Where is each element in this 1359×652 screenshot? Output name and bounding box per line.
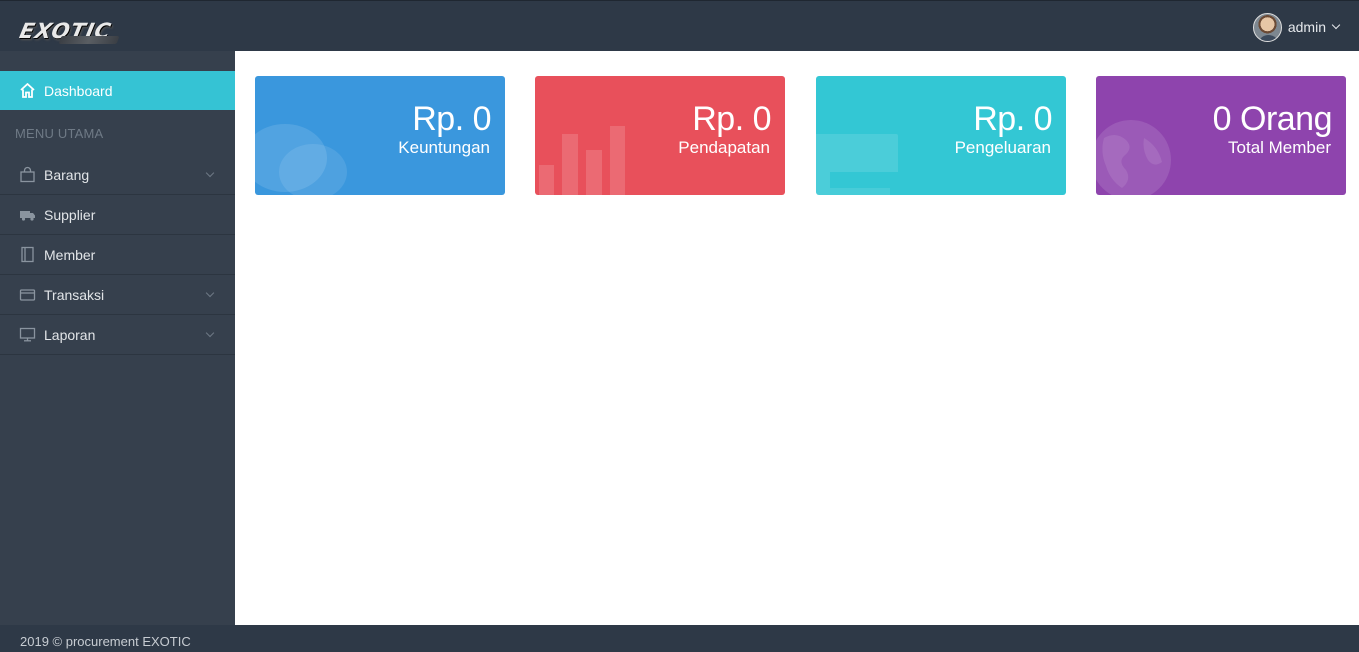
chevron-down-icon (205, 288, 215, 298)
stat-label: Pendapatan (678, 138, 770, 157)
stat-value: Rp. 0 (692, 100, 771, 138)
chevron-down-icon (1331, 20, 1341, 30)
sidebar-item-member[interactable]: Member (0, 235, 235, 275)
user-menu[interactable]: admin (1252, 12, 1341, 42)
sidebar-item-barang[interactable]: Barang (0, 155, 235, 195)
stat-card-keuntungan[interactable]: Rp. 0 Keuntungan (255, 76, 505, 195)
sidebar-item-supplier[interactable]: Supplier (0, 195, 235, 235)
menu-section-header: MENU UTAMA (15, 126, 104, 141)
wallet-icon (18, 286, 36, 304)
home-icon (18, 82, 36, 100)
main-content: Rp. 0 Keuntungan Rp. 0 Pendapatan Rp. 0 … (235, 51, 1359, 625)
stat-label: Keuntungan (398, 138, 490, 157)
sidebar-item-label: Laporan (44, 326, 96, 343)
stat-card-pengeluaran[interactable]: Rp. 0 Pengeluaran (816, 76, 1066, 195)
sidebar-item-laporan[interactable]: Laporan (0, 315, 235, 355)
address-book-icon (18, 246, 36, 264)
monitor-icon (18, 326, 36, 344)
footer-copyright: 2019 © procurement EXOTIC (20, 634, 191, 649)
sidebar-item-label: Dashboard (44, 82, 113, 99)
stat-label: Pengeluaran (954, 138, 1051, 157)
stat-label: Total Member (1228, 138, 1331, 157)
brand-logo[interactable]: EXOTIC (17, 15, 120, 47)
chevron-down-icon (205, 168, 215, 178)
top-navbar: EXOTIC admin (0, 0, 1359, 51)
sidebar-item-label: Barang (44, 166, 90, 183)
footer: 2019 © procurement EXOTIC (0, 625, 1359, 652)
stat-card-total-member[interactable]: 0 Orang Total Member (1096, 76, 1346, 195)
sidebar-item-transaksi[interactable]: Transaksi (0, 275, 235, 315)
logo-swoosh (58, 36, 120, 44)
shopping-bag-icon (18, 166, 36, 184)
stat-value: Rp. 0 (412, 100, 491, 138)
stat-value: 0 Orang (1212, 100, 1333, 138)
sidebar-item-label: Transaksi (44, 286, 105, 303)
sidebar-item-dashboard[interactable]: Dashboard (0, 71, 235, 110)
chevron-down-icon (205, 328, 215, 338)
sidebar-item-label: Member (44, 246, 96, 263)
avatar (1252, 12, 1282, 42)
stat-value: Rp. 0 (973, 100, 1052, 138)
truck-icon (18, 206, 36, 224)
sidebar: Dashboard MENU UTAMA Barang Supplier Mem… (0, 51, 235, 625)
sidebar-item-label: Supplier (44, 206, 96, 223)
stat-card-pendapatan[interactable]: Rp. 0 Pendapatan (535, 76, 785, 195)
username: admin (1287, 19, 1326, 35)
